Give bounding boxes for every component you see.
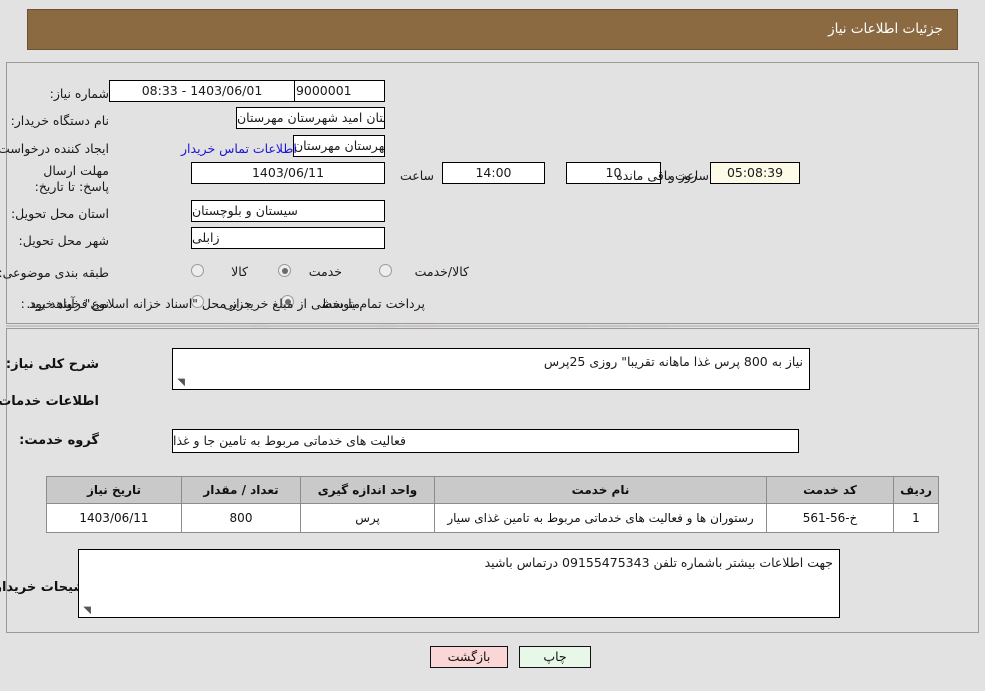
page-root: AnaTender.net جزئیات اطلاعات نیاز شماره …	[0, 0, 985, 691]
buyer-org-label: نام دستگاه خریدار:	[10, 113, 109, 128]
service-group-label: گروه خدمت:	[19, 433, 99, 448]
th-unit: واحد اندازه گیری	[300, 476, 435, 504]
radio-category-kala-khedmat[interactable]	[379, 264, 392, 277]
td-name: رستوران ها و فعالیت های خدماتی مربوط به …	[434, 503, 767, 533]
table-row: 1 خ-56-561 رستوران ها و فعالیت های خدمات…	[46, 503, 939, 533]
service-group-field: فعالیت های خدماتی مربوط به تامین جا و غذ…	[172, 429, 799, 453]
print-button[interactable]: چاپ	[519, 646, 591, 668]
th-code: کد خدمت	[766, 476, 894, 504]
radio-category-kala-khedmat-label: کالا/خدمت	[414, 264, 469, 279]
table-header-row: ردیف کد خدمت نام خدمت واحد اندازه گیری ت…	[46, 476, 939, 504]
radio-category-khedmat-label: خدمت	[308, 264, 342, 279]
resize-grip-icon[interactable]: ◥	[175, 378, 185, 388]
city-field: زابلی	[191, 227, 385, 249]
page-title: جزئیات اطلاعات نیاز	[828, 21, 943, 37]
remaining-time-field: 05:08:39	[710, 162, 800, 184]
description-label: شرح کلی نیاز:	[5, 357, 99, 372]
td-date: 1403/06/11	[46, 503, 182, 533]
td-unit: پرس	[300, 503, 435, 533]
th-date: تاریخ نیاز	[46, 476, 182, 504]
description-value: نیاز به 800 پرس غذا ماهانه تقریبا" روزی …	[543, 354, 803, 369]
announce-datetime-field: 1403/06/01 - 08:33	[109, 80, 295, 102]
buyer-notes-textarea[interactable]: جهت اطلاعات بیشتر باشماره تلفن 091554753…	[78, 549, 840, 618]
need-number-label: شماره نیاز:	[49, 86, 109, 101]
radio-category-kala-label: کالا	[231, 264, 248, 279]
resize-grip-icon[interactable]: ◥	[81, 606, 91, 616]
td-quantity: 800	[181, 503, 301, 533]
th-row-no: ردیف	[893, 476, 939, 504]
radio-category-khedmat[interactable]	[278, 264, 291, 277]
remaining-time-label: ساعت باقی مانده	[616, 168, 709, 183]
radio-category-kala[interactable]	[191, 264, 204, 277]
payment-note: پرداخت تمام یا بخشی از مبلغ خرید،از محل …	[26, 296, 425, 311]
back-button[interactable]: بازگشت	[430, 646, 508, 668]
services-section-title: اطلاعات خدمات مورد نیاز	[0, 394, 99, 409]
panel-divider	[6, 325, 979, 327]
services-table: ردیف کد خدمت نام خدمت واحد اندازه گیری ت…	[46, 476, 939, 533]
category-label: طبقه بندی موضوعی:	[0, 265, 109, 280]
td-code: خ-56-561	[766, 503, 894, 533]
buyer-contact-link[interactable]: اطلاعات تماس خریدار	[181, 141, 297, 157]
city-label: شهر محل تحویل:	[18, 233, 109, 248]
buyer-notes-value: جهت اطلاعات بیشتر باشماره تلفن 091554753…	[484, 555, 833, 570]
province-label: استان محل تحویل:	[10, 206, 109, 221]
description-textarea[interactable]: نیاز به 800 پرس غذا ماهانه تقریبا" روزی …	[172, 348, 810, 390]
province-field: سیستان و بلوچستان	[191, 200, 385, 222]
buyer-org-field: بیمارستان امید شهرستان مهرستان	[236, 107, 385, 129]
creator-label: ایجاد کننده درخواست:	[0, 141, 109, 156]
td-row-no: 1	[893, 503, 939, 533]
creator-field: مهیار کهخائی مقدم کاربرداز بیمارستان امی…	[293, 135, 385, 157]
header-bar: جزئیات اطلاعات نیاز	[27, 9, 958, 50]
th-quantity: تعداد / مقدار	[181, 476, 301, 504]
th-name: نام خدمت	[434, 476, 767, 504]
